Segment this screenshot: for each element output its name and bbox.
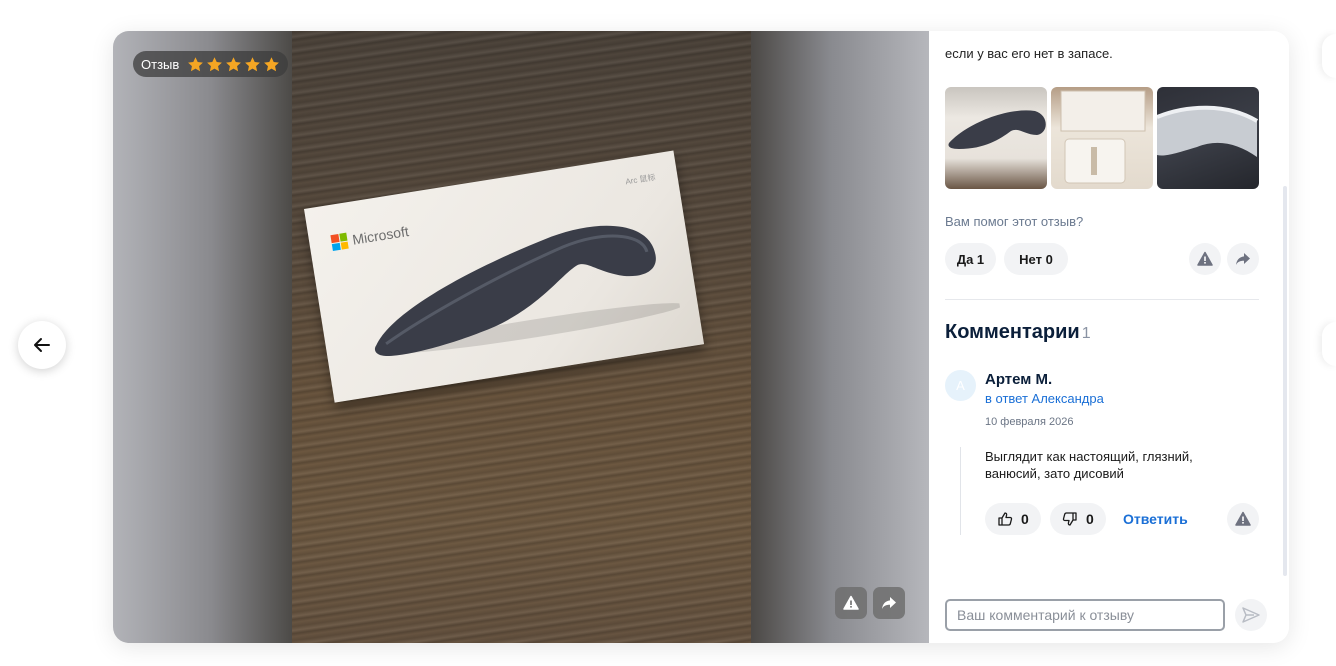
comment-dislike-count: 0 bbox=[1086, 511, 1094, 527]
photo-thumbnail[interactable] bbox=[1051, 87, 1153, 189]
comment-thread-line bbox=[960, 447, 961, 535]
helpful-yes-button[interactable]: Да 1 bbox=[945, 243, 996, 275]
comments-count: 1 bbox=[1081, 325, 1091, 342]
comment-input[interactable] bbox=[945, 599, 1225, 631]
comment-like-count: 0 bbox=[1021, 511, 1029, 527]
share-photo-button[interactable] bbox=[873, 587, 905, 619]
review-text: если у вас его нет в запасе. bbox=[945, 46, 1113, 61]
comment-like-button[interactable]: 0 bbox=[985, 503, 1041, 535]
star-icon bbox=[264, 56, 280, 71]
next-review-button[interactable] bbox=[1322, 322, 1336, 366]
review-viewer-page: Microsoft Arc 鼠标 Отзыв если у вас его не… bbox=[0, 0, 1336, 666]
review-photo: Microsoft Arc 鼠标 bbox=[292, 31, 751, 643]
share-icon bbox=[1236, 253, 1250, 265]
like-icon bbox=[998, 512, 1013, 526]
comment-text: Выглядит как настоящий, глязний, ванюсий… bbox=[985, 449, 1193, 481]
comments-title: Комментарии bbox=[945, 321, 1080, 343]
review-badge-label: Отзыв bbox=[141, 56, 180, 72]
dislike-icon bbox=[1062, 512, 1077, 526]
helpful-question: Вам помог этот отзыв? bbox=[945, 214, 1084, 229]
star-icon bbox=[226, 56, 242, 71]
alert-icon bbox=[843, 595, 859, 610]
comment-dislike-button[interactable]: 0 bbox=[1050, 503, 1106, 535]
previous-review-button[interactable] bbox=[18, 321, 66, 369]
send-icon bbox=[1242, 607, 1260, 623]
photo-thumbnail[interactable] bbox=[1157, 87, 1259, 189]
rating-stars bbox=[187, 56, 280, 73]
photo-thumbnail[interactable] bbox=[945, 87, 1047, 189]
box-corner-label: Arc 鼠标 bbox=[624, 172, 657, 187]
star-icon bbox=[245, 56, 261, 71]
avatar: А bbox=[945, 370, 976, 401]
comment-reply-to-link[interactable]: в ответ Александра bbox=[985, 391, 1104, 406]
report-comment-button[interactable] bbox=[1227, 503, 1259, 535]
review-photo-thumbnails bbox=[945, 87, 1259, 189]
helpful-no-button[interactable]: Нет 0 bbox=[1004, 243, 1068, 275]
share-icon bbox=[882, 597, 896, 609]
share-review-button[interactable] bbox=[1227, 243, 1259, 275]
arrow-left-icon bbox=[34, 338, 50, 352]
comment-date: 10 февраля 2026 bbox=[985, 416, 1074, 428]
product-box: Microsoft Arc 鼠标 bbox=[304, 150, 705, 403]
review-details-panel: если у вас его нет в запасе. Вам помог э… bbox=[929, 31, 1289, 643]
send-comment-button[interactable] bbox=[1235, 599, 1267, 631]
review-media-viewer: Microsoft Arc 鼠标 Отзыв bbox=[113, 31, 929, 643]
star-icon bbox=[207, 56, 223, 71]
comment-author: Артем М. bbox=[985, 371, 1053, 388]
alert-icon bbox=[1197, 251, 1213, 266]
next-review-edge[interactable] bbox=[1322, 34, 1336, 78]
section-divider bbox=[945, 299, 1259, 300]
comment-reply-button[interactable]: Ответить bbox=[1123, 511, 1188, 527]
comments-heading: Комментарии 1 bbox=[945, 321, 1091, 344]
review-modal: Microsoft Arc 鼠标 Отзыв если у вас его не… bbox=[113, 31, 1289, 643]
review-rating-badge: Отзыв bbox=[133, 51, 289, 77]
report-photo-button[interactable] bbox=[835, 587, 867, 619]
panel-scrollbar[interactable] bbox=[1283, 186, 1287, 576]
star-icon bbox=[188, 56, 204, 71]
alert-icon bbox=[1235, 511, 1251, 526]
report-review-button[interactable] bbox=[1189, 243, 1221, 275]
